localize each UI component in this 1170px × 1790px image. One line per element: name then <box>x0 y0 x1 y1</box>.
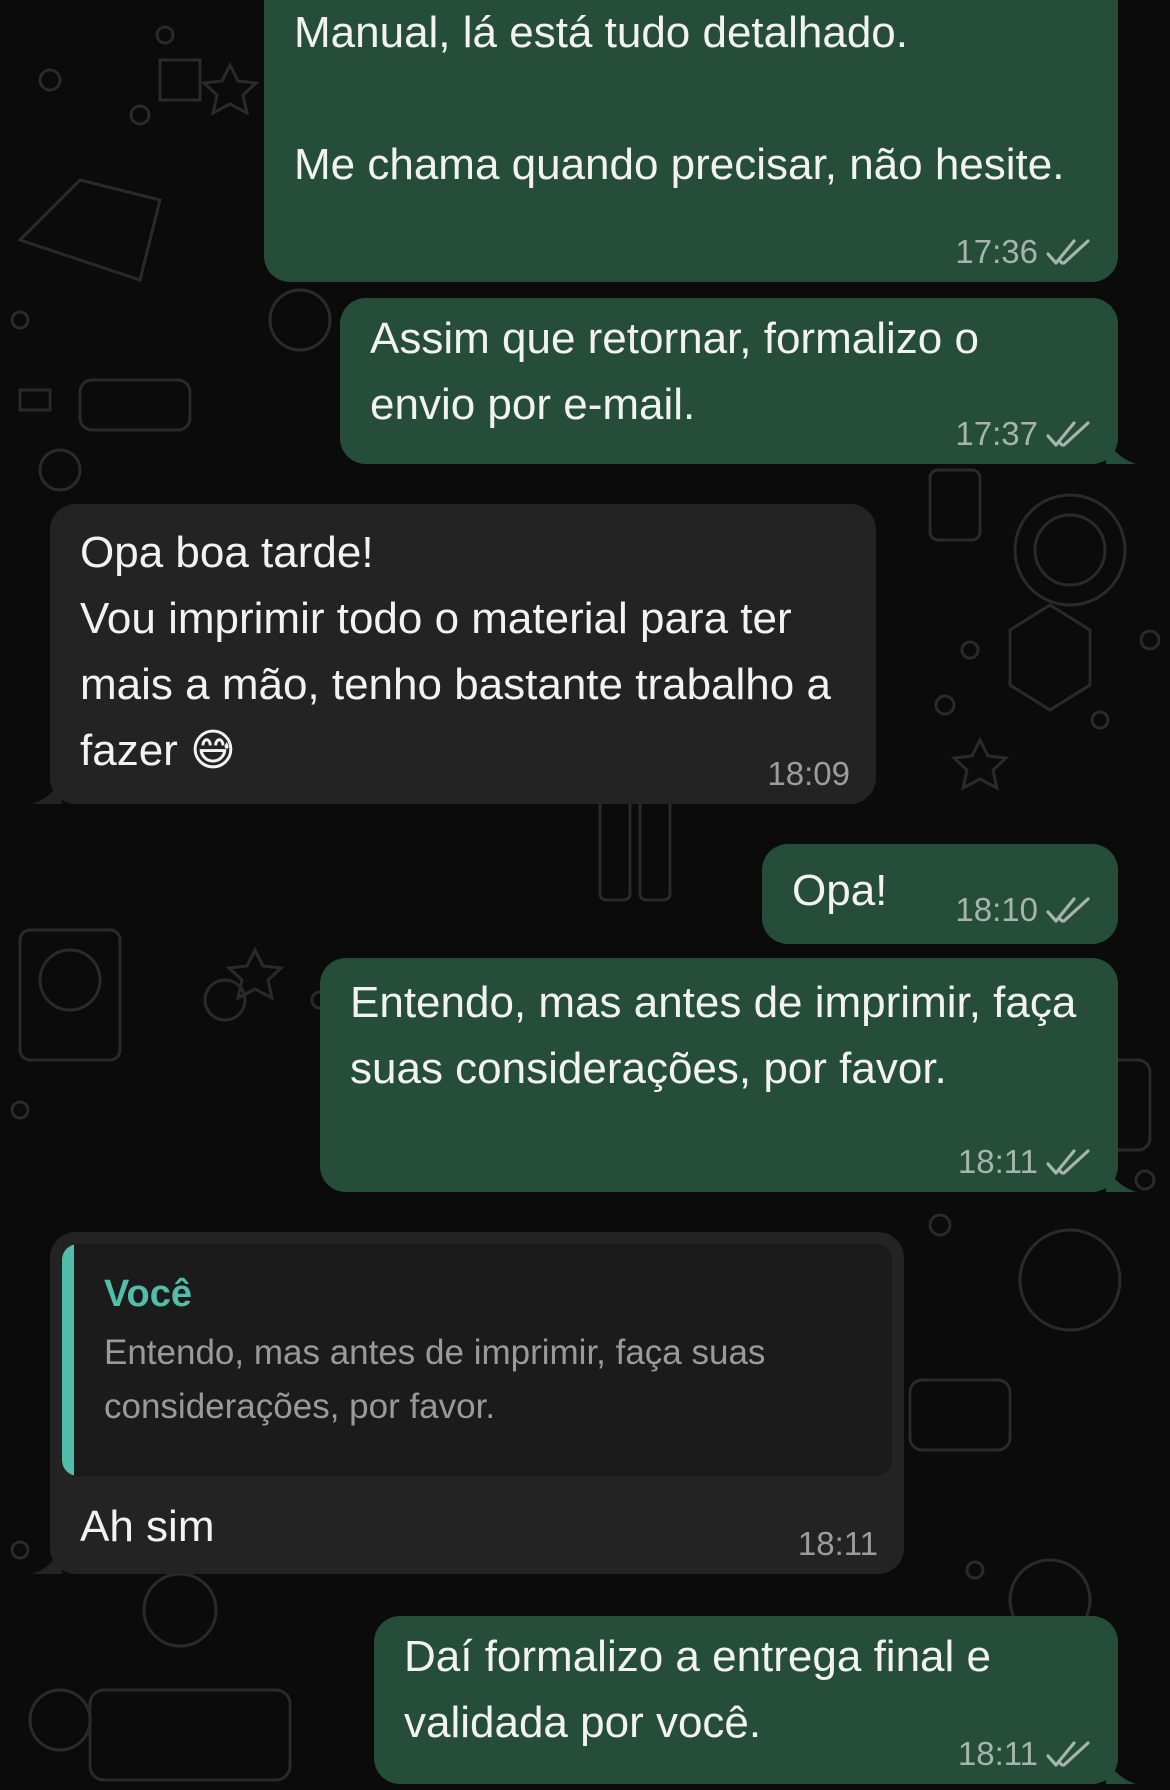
message-meta: 17:36 <box>955 232 1092 272</box>
double-check-read-icon <box>1046 1149 1090 1175</box>
message-time: 17:36 <box>955 233 1038 270</box>
message-time: 18:09 <box>767 755 850 792</box>
message-text: Entendo, mas antes de imprimir, faça sua… <box>350 978 1089 1093</box>
quote-accent-bar <box>62 1244 74 1476</box>
message-meta: 18:10 <box>955 890 1092 930</box>
message-bubble-outgoing[interactable]: Assim que retornar, formalizo o envio po… <box>340 298 1136 464</box>
message-time: 18:11 <box>957 1143 1038 1180</box>
quoted-author: Você <box>104 1273 193 1315</box>
message-text: Ah sim <box>80 1502 215 1551</box>
bubble-tail <box>1106 434 1136 464</box>
message-bubble-outgoing[interactable]: Entendo, mas antes de imprimir, faça sua… <box>320 958 1136 1192</box>
message-time: 18:10 <box>955 891 1038 928</box>
double-check-read-icon <box>1046 239 1090 265</box>
bubble-tail <box>1106 1754 1136 1784</box>
message-meta: 18:11 <box>958 1734 1092 1774</box>
double-check-read-icon <box>1046 1741 1090 1767</box>
message-meta: 18:11 <box>958 1142 1092 1182</box>
message-bubble-outgoing[interactable]: Manual, lá está tudo detalhado. Me chama… <box>264 0 1118 282</box>
message-bubble-outgoing[interactable]: Daí formalizo a entrega final e validada… <box>374 1616 1136 1784</box>
message-time: 18:11 <box>797 1525 878 1562</box>
message-text: Opa boa tarde! Vou imprimir todo o mater… <box>80 528 831 775</box>
message-bubble-outgoing[interactable]: Opa! 18:10 <box>762 844 1118 944</box>
double-check-read-icon <box>1046 897 1090 923</box>
message-bubble-incoming-reply[interactable]: Você Entendo, mas antes de imprimir, faç… <box>32 1232 904 1574</box>
quoted-text: Entendo, mas antes de imprimir, faça sua… <box>104 1333 766 1426</box>
message-meta: 17:37 <box>955 414 1092 454</box>
message-meta: 18:09 <box>767 754 850 794</box>
message-text: Manual, lá está tudo detalhado. Me chama… <box>294 8 1065 189</box>
bubble-tail <box>32 774 62 804</box>
bubble-tail <box>1106 1162 1136 1192</box>
message-bubble-incoming[interactable]: Opa boa tarde! Vou imprimir todo o mater… <box>32 504 876 804</box>
message-time: 18:11 <box>957 1735 1038 1772</box>
bubble-tail <box>32 1544 62 1574</box>
message-meta: 18:11 <box>798 1524 878 1564</box>
double-check-read-icon <box>1046 421 1090 447</box>
message-time: 17:37 <box>955 415 1038 452</box>
quoted-message[interactable]: Você Entendo, mas antes de imprimir, faç… <box>62 1244 892 1476</box>
